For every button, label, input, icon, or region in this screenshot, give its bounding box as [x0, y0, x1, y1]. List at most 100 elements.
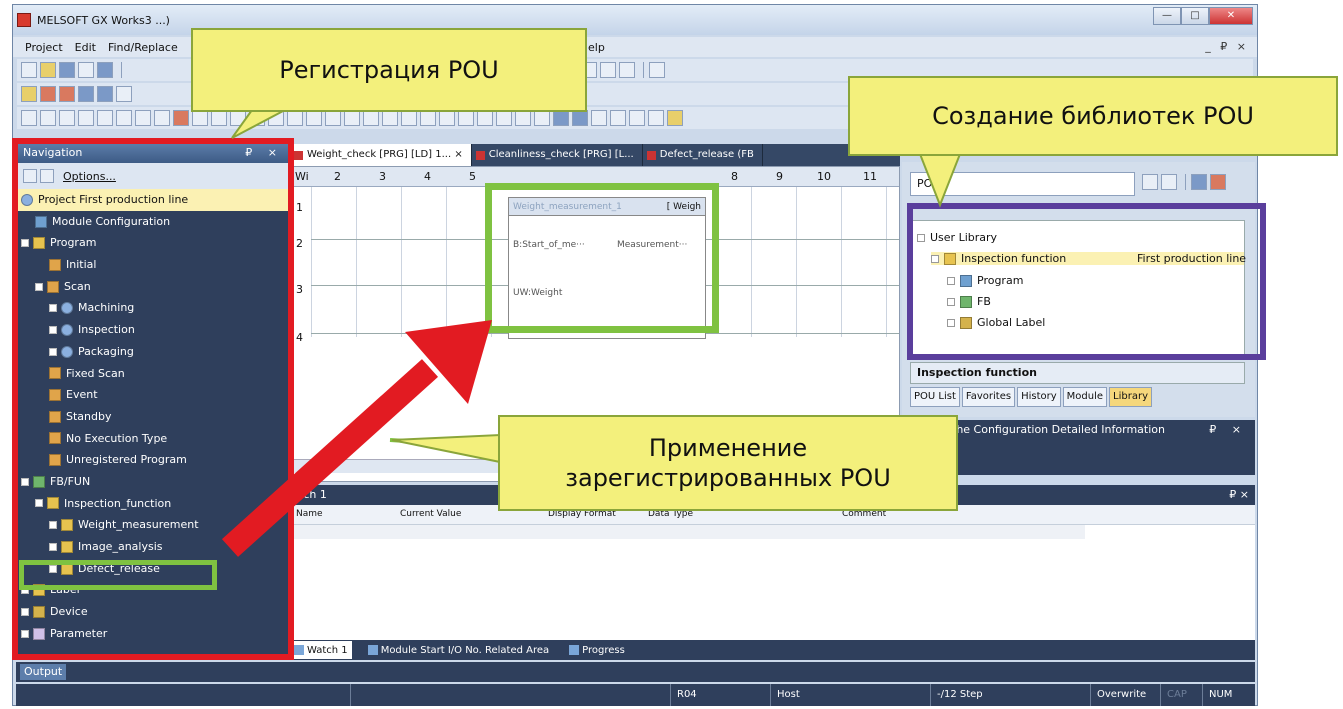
grid-line: [796, 187, 797, 337]
tab-label: Watch 1: [307, 644, 348, 656]
tab-watch-1[interactable]: Watch 1: [290, 641, 352, 659]
new-project-icon[interactable]: [21, 62, 37, 78]
parallel-open-contact-icon[interactable]: [59, 110, 75, 126]
column-number: 9: [776, 170, 783, 183]
open-contact-icon[interactable]: [21, 110, 37, 126]
save-icon[interactable]: [59, 62, 75, 78]
tab-progress[interactable]: Progress: [565, 645, 629, 656]
operation-rising-icon[interactable]: [363, 110, 379, 126]
print-icon[interactable]: [78, 62, 94, 78]
callout-registration: Регистрация POU: [191, 28, 587, 112]
open-project-icon[interactable]: [40, 62, 56, 78]
melsoft-app-icon: [17, 13, 31, 27]
label-display-icon[interactable]: [572, 110, 588, 126]
rebuild-icon[interactable]: [629, 110, 645, 126]
mdi-controls[interactable]: _ ₽ ×: [1205, 40, 1249, 53]
rising-pulse-icon[interactable]: [192, 110, 208, 126]
module-icon: [367, 645, 378, 655]
find-icon[interactable]: [649, 62, 665, 78]
tab-pou-list[interactable]: POU List: [910, 387, 960, 407]
tab-module-start-io[interactable]: Module Start I/O No. Related Area: [364, 645, 553, 656]
grid-line: [401, 187, 402, 337]
tab-history[interactable]: History: [1017, 387, 1061, 407]
menu-find-replace[interactable]: Find/Replace: [108, 41, 178, 54]
navigation-toggle-icon[interactable]: [21, 86, 37, 102]
grid-line: [751, 187, 752, 337]
defect-release-highlight-box: [19, 560, 217, 590]
tab-module[interactable]: Module: [1062, 387, 1108, 407]
grid-line: [841, 187, 842, 337]
close-contact-icon[interactable]: [40, 110, 56, 126]
cross-reference-icon[interactable]: [116, 86, 132, 102]
undo-icon[interactable]: [97, 62, 113, 78]
close-button[interactable]: ✕: [1209, 7, 1253, 25]
watch-row[interactable]: [290, 525, 1085, 539]
tab-label: Weight_check [PRG] [LD] 1... ×: [307, 149, 463, 160]
delete-library-icon[interactable]: [1210, 174, 1226, 190]
column-current-value[interactable]: Current Value: [400, 509, 461, 519]
import-library-icon[interactable]: [1191, 174, 1207, 190]
cursor-icon[interactable]: [619, 62, 635, 78]
statement-icon[interactable]: [515, 110, 531, 126]
rising-pulse-close-icon[interactable]: [268, 110, 284, 126]
comment-icon[interactable]: [496, 110, 512, 126]
convert-all-icon[interactable]: [610, 110, 626, 126]
note-icon[interactable]: [534, 110, 550, 126]
function-insert-icon[interactable]: [477, 110, 493, 126]
tab-cleanliness-check[interactable]: Cleanliness_check [PRG] [L...: [472, 144, 643, 166]
invert-operation-icon[interactable]: [344, 110, 360, 126]
watch-icon: [294, 645, 304, 655]
column-number: 10: [817, 170, 831, 183]
maximize-button[interactable]: □: [1181, 7, 1209, 25]
row-number: 1: [296, 201, 303, 214]
fb-insert-icon[interactable]: [458, 110, 474, 126]
parallel-falling-close-icon[interactable]: [325, 110, 341, 126]
convert-icon[interactable]: [591, 110, 607, 126]
callout-application-line-2: зарегистрированных POU: [565, 464, 891, 492]
column-number: 5: [469, 170, 476, 183]
ladder-program-icon: [475, 150, 485, 160]
callout-application-line-1: Применение: [648, 434, 808, 462]
coil-icon[interactable]: [97, 110, 113, 126]
operation-falling-icon[interactable]: [382, 110, 398, 126]
output-tab[interactable]: Output: [20, 664, 67, 680]
menu-edit[interactable]: Edit: [75, 41, 96, 54]
element-selection-icon[interactable]: [40, 86, 56, 102]
configuration-info-controls[interactable]: ₽ ×: [1209, 420, 1247, 440]
line-erase-icon[interactable]: [420, 110, 436, 126]
falling-pulse-icon[interactable]: [211, 110, 227, 126]
fb-highlight-box: [485, 183, 719, 333]
export-library-icon[interactable]: [1161, 174, 1177, 190]
menu-project[interactable]: Project: [25, 41, 63, 54]
device-display-icon[interactable]: [553, 110, 569, 126]
application-instruction-icon[interactable]: [116, 110, 132, 126]
watch-controls[interactable]: ₽ ×: [1229, 485, 1249, 505]
parallel-close-contact-icon[interactable]: [78, 110, 94, 126]
register-library-icon[interactable]: [1142, 174, 1158, 190]
device-batch-icon[interactable]: [78, 86, 94, 102]
fb-program-icon: [646, 150, 656, 160]
watch-window-icon[interactable]: [59, 86, 75, 102]
tab-weight-check[interactable]: Weight_check [PRG] [LD] 1... ×: [290, 144, 472, 166]
parallel-rising-close-icon[interactable]: [306, 110, 322, 126]
parallel-falling-pulse-icon[interactable]: [249, 110, 265, 126]
line-draw-icon[interactable]: [401, 110, 417, 126]
highlight-icon[interactable]: [667, 110, 683, 126]
delete-line-icon[interactable]: [173, 110, 189, 126]
inline-structured-text-icon[interactable]: [439, 110, 455, 126]
tab-label: Cleanliness_check [PRG] [L...: [488, 149, 634, 160]
falling-pulse-close-icon[interactable]: [287, 110, 303, 126]
parallel-rising-pulse-icon[interactable]: [230, 110, 246, 126]
grid-line: [446, 187, 447, 337]
tab-library[interactable]: Library: [1109, 387, 1152, 407]
column-name[interactable]: Name: [296, 509, 323, 519]
horizontal-line-icon[interactable]: [154, 110, 170, 126]
vertical-line-icon[interactable]: [135, 110, 151, 126]
minimize-button[interactable]: —: [1153, 7, 1181, 25]
library-search-field[interactable]: POU): [910, 172, 1135, 196]
tab-defect-release[interactable]: Defect_release (FB: [643, 144, 763, 166]
check-icon[interactable]: [648, 110, 664, 126]
tab-favorites[interactable]: Favorites: [961, 387, 1016, 407]
output-window-icon[interactable]: [97, 86, 113, 102]
zoom-out-icon[interactable]: [600, 62, 616, 78]
